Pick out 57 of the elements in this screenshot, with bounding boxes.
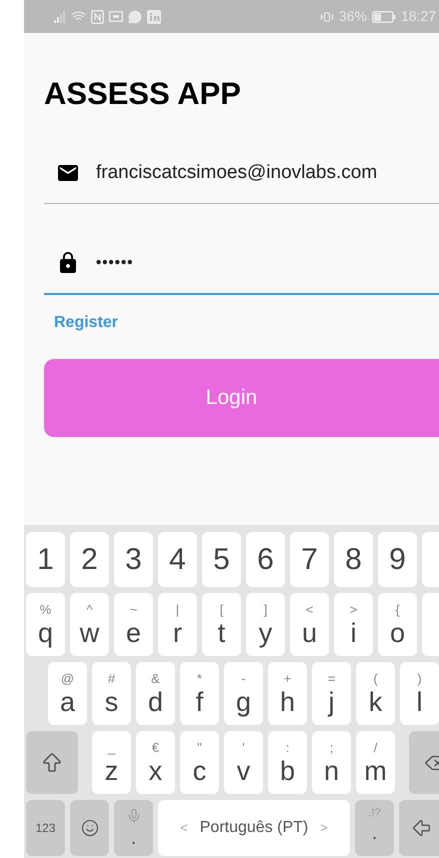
keyboard-key[interactable]: > i [334,593,373,656]
keyboard-key[interactable]: = j [312,662,351,725]
space-key[interactable]: < Português (PT) > [158,800,350,856]
card-icon [109,11,123,22]
mic-key[interactable]: . [114,800,153,856]
keyboard-key[interactable]: 6 [246,532,285,587]
vibrate-icon [320,10,334,24]
text-field[interactable]: franciscatcsimoes@inovlabs.com [44,143,439,204]
field-value: franciscatcsimoes@inovlabs.com [96,160,378,185]
punctuation-key[interactable]: ,!? . [355,800,394,856]
emoji-key[interactable] [70,800,109,856]
keyboard-key[interactable]: 9 [378,532,417,587]
wifi-icon [71,9,86,24]
keyboard-key[interactable]: # s [92,662,131,725]
chat-bubble-icon [128,10,142,24]
keyboard-key[interactable]: * f [180,662,219,725]
keyboard-key[interactable]: : b [268,731,307,794]
keyboard-key[interactable]: " c [180,731,219,794]
enter-arrow-icon [411,817,433,839]
keyboard-key[interactable]: ) l [400,662,439,725]
enter-key[interactable] [399,800,439,856]
keyboard-key[interactable]: ] y [246,593,285,656]
keyboard-key[interactable]: 5 [202,532,241,587]
keyboard-key[interactable]: 1 [26,532,65,587]
keyboard-key[interactable]: 3 [114,532,153,587]
keyboard-key[interactable]: ~ e [114,593,153,656]
signal-icon [54,10,66,22]
nfc-icon [91,10,104,24]
keyboard-key[interactable]: 2 [70,532,109,587]
keyboard-key[interactable]: 7 [290,532,329,587]
keyboard-key[interactable]: < u [290,593,329,656]
keyboard-key[interactable]: & d [136,662,175,725]
keyboard-key[interactable]: + h [268,662,307,725]
field-value: •••••• [96,252,134,273]
keyboard-key[interactable]: @ a [48,662,87,725]
text-field[interactable]: •••••• [44,233,439,295]
keyboard-key[interactable]: € x [136,731,175,794]
shift-arrow-icon [40,750,64,774]
keyboard-key[interactable]: % q [26,593,65,656]
app-title: ASSESS APP [44,78,241,109]
keyboard-key[interactable]: ^ w [70,593,109,656]
keyboard-key[interactable]: 8 [334,532,373,587]
keyboard-key[interactable]: | r [158,593,197,656]
keyboard-key[interactable]: - g [224,662,263,725]
keyboard-key[interactable]: ( k [356,662,395,725]
keyboard-key[interactable]: [ t [202,593,241,656]
shift-key[interactable] [26,731,78,794]
keyboard-key[interactable]: { o [378,593,417,656]
keyboard-key[interactable]: ' v [224,731,263,794]
keyboard-key[interactable]: 4 [158,532,197,587]
numbers-key[interactable]: 123 [26,800,65,856]
smiley-icon [80,819,98,837]
battery-icon [372,10,396,22]
keyboard-key[interactable]: ; n [312,731,351,794]
keyboard-key[interactable]: _ z [92,731,131,794]
square-logo-icon [147,10,161,24]
keyboard-key[interactable]: / m [356,731,395,794]
